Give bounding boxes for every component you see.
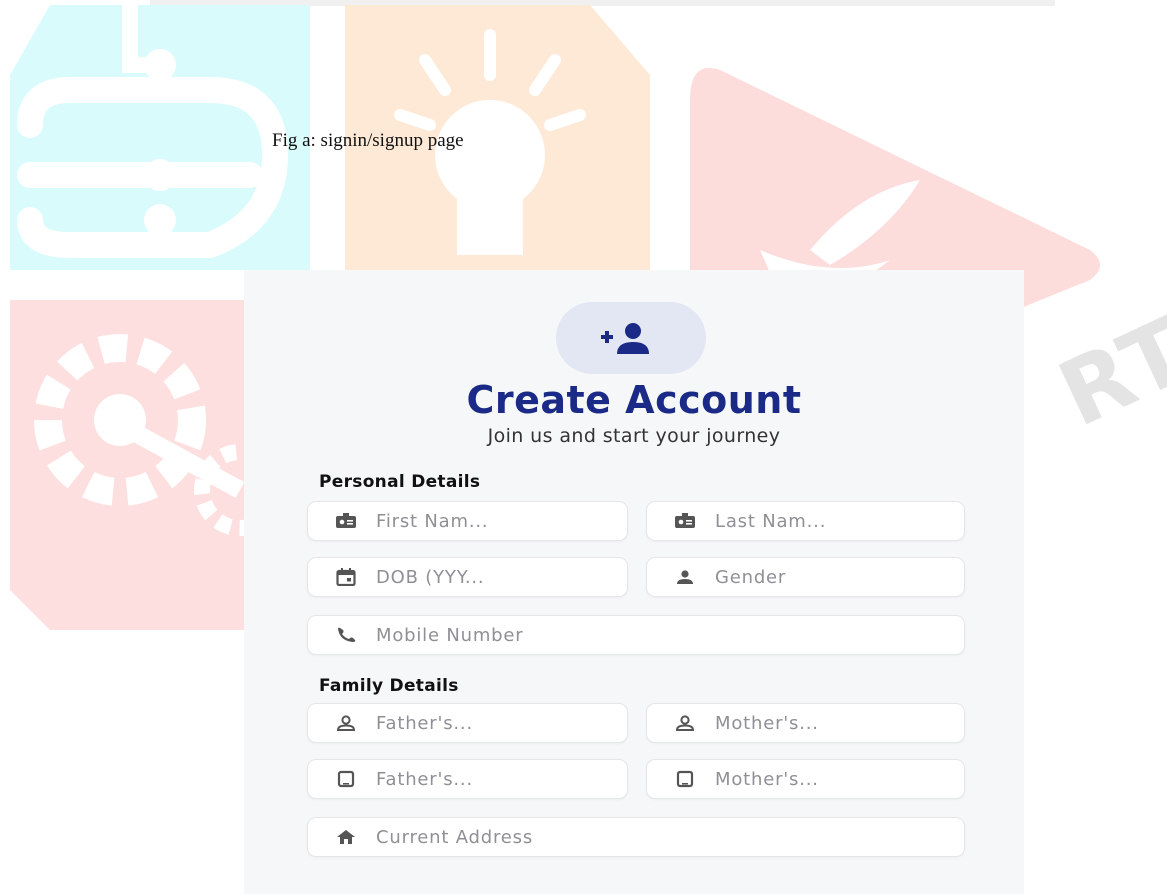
current-address-placeholder: Current Address (376, 826, 534, 848)
dob-input[interactable]: DOB (YYY... (307, 557, 628, 597)
section-heading-family: Family Details (319, 676, 459, 696)
tablet-icon (673, 769, 697, 789)
father-name-input[interactable]: Father's... (307, 703, 628, 743)
mother-mobile-input[interactable]: Mother's... (646, 759, 965, 799)
mobile-number-placeholder: Mobile Number (376, 624, 524, 646)
id-card-icon (334, 511, 358, 531)
gender-input[interactable]: Gender (646, 557, 965, 597)
section-heading-personal: Personal Details (319, 472, 481, 492)
first-name-input[interactable]: First Nam... (307, 501, 628, 541)
calendar-icon (334, 567, 358, 587)
mother-mobile-placeholder: Mother's... (715, 768, 819, 790)
person-icon (673, 567, 697, 587)
phone-icon (334, 625, 358, 645)
father-name-placeholder: Father's... (376, 712, 473, 734)
gender-placeholder: Gender (715, 566, 787, 588)
avatar (556, 302, 706, 374)
circuit-watermark-icon (10, 5, 310, 270)
first-name-placeholder: First Nam... (376, 510, 489, 532)
figure-caption: Fig a: signin/signup page (272, 130, 464, 151)
home-icon (334, 827, 358, 847)
mother-name-placeholder: Mother's... (715, 712, 819, 734)
father-mobile-input[interactable]: Father's... (307, 759, 628, 799)
mother-name-input[interactable]: Mother's... (646, 703, 965, 743)
page-subtitle: Join us and start your journey (487, 425, 781, 447)
person-outline-icon (334, 713, 358, 733)
current-address-input[interactable]: Current Address (307, 817, 965, 857)
last-name-placeholder: Last Nam... (715, 510, 827, 532)
last-name-input[interactable]: Last Nam... (646, 501, 965, 541)
person-outline-icon (673, 713, 697, 733)
id-card-icon (673, 511, 697, 531)
page-title: Create Account (466, 378, 802, 422)
tablet-icon (334, 769, 358, 789)
add-person-icon (601, 323, 649, 354)
dob-placeholder: DOB (YYY... (376, 566, 485, 588)
mobile-number-input[interactable]: Mobile Number (307, 615, 965, 655)
father-mobile-placeholder: Father's... (376, 768, 473, 790)
signup-form: Create Account Join us and start your jo… (244, 270, 1024, 894)
